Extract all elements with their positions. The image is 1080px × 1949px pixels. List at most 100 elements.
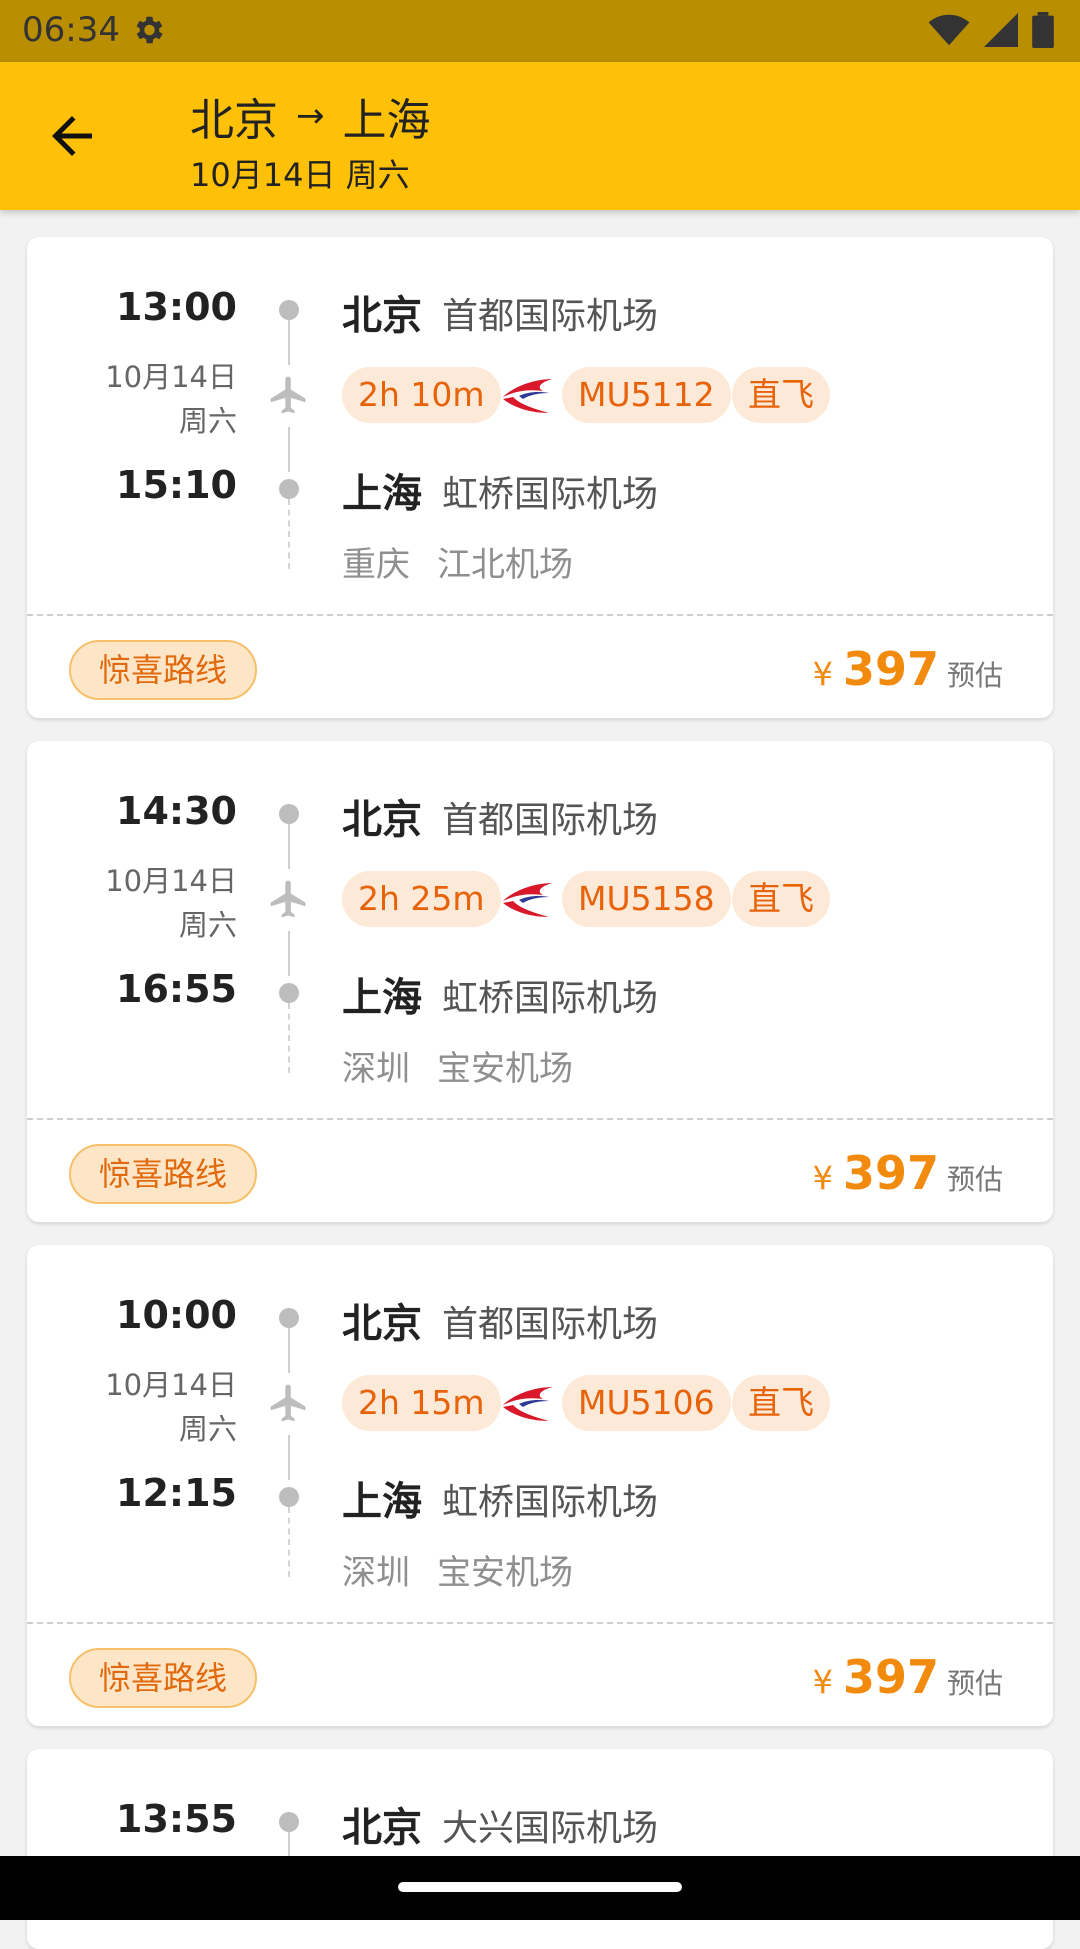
destination-city: 上海 [342,95,431,146]
flight-weekday: 周六 [178,1412,237,1446]
price: ¥ 397 预估 [813,1146,1003,1200]
departure-dot [279,1308,299,1328]
duration-chip: 2h 25m [342,871,501,927]
arrival-city: 上海 [342,1479,422,1525]
plane-icon [270,376,306,414]
surprise-route-tag: 惊喜路线 [69,1648,258,1708]
arrival-city: 上海 [342,471,422,517]
departure-time: 14:30 [116,789,237,833]
home-gesture-handle[interactable] [398,1882,682,1892]
timeline-line [288,320,290,365]
via-city: 深圳 [342,1553,410,1593]
surprise-route-tag: 惊喜路线 [69,1144,258,1204]
departure-city: 北京 [342,293,422,339]
timeline-line [288,1435,290,1480]
plane-icon [270,880,306,918]
departure-dot [279,300,299,320]
timeline-line [288,427,290,472]
departure-dot [279,804,299,824]
price-estimate-label: 预估 [946,1163,1003,1196]
arrival-dot [279,983,299,1003]
flight-card[interactable]: 14:30 10月14日 周六 16:55 北京 首都国际机场 2h 25m M… [27,741,1053,1222]
arrival-city: 上海 [342,975,422,1021]
flight-weekday: 周六 [178,908,237,942]
duration-chip: 2h 10m [342,367,501,423]
wifi-icon [928,14,970,46]
price: ¥ 397 预估 [813,1650,1003,1704]
flight-card[interactable]: 10:00 10月14日 周六 12:15 北京 首都国际机场 2h 15m M… [27,1245,1053,1726]
cell-signal-icon [984,13,1018,47]
price-estimate-label: 预估 [946,659,1003,692]
departure-city: 北京 [342,1301,422,1347]
flight-date: 10月14日 [105,1368,237,1402]
china-eastern-logo-icon [503,1387,553,1421]
route-arrow: → [296,96,325,136]
price-value: 397 [842,1650,939,1704]
departure-time: 10:00 [116,1293,237,1337]
arrival-airport: 虹桥国际机场 [442,474,659,515]
back-arrow-icon[interactable] [42,106,102,166]
settings-gear-icon [136,16,163,44]
direct-flight-chip: 直飞 [732,367,830,423]
arrival-time: 15:10 [116,463,237,507]
via-city: 深圳 [342,1049,410,1089]
timeline-dashed-line [288,499,290,569]
departure-airport: 首都国际机场 [442,800,659,841]
flight-date: 10月14日 [105,864,237,898]
timeline-line [288,931,290,976]
card-divider [27,1622,1053,1624]
arrival-dot [279,479,299,499]
price-value: 397 [842,1146,939,1200]
arrival-airport: 虹桥国际机场 [442,1482,659,1523]
flight-date: 10月14日 [105,360,237,394]
timeline-dashed-line [288,1003,290,1073]
departure-airport: 首都国际机场 [442,296,659,337]
departure-time: 13:00 [116,285,237,329]
departure-dot [279,1812,299,1832]
origin-city: 北京 [190,95,278,146]
direct-flight-chip: 直飞 [732,871,830,927]
flight-number-chip: MU5106 [562,1375,731,1431]
status-time: 06:34 [22,10,120,50]
arrival-time: 16:55 [116,967,237,1011]
price-value: 397 [842,642,939,696]
timeline-line [288,1328,290,1373]
currency-symbol: ¥ [812,655,833,693]
card-divider [27,1118,1053,1120]
duration-chip: 2h 15m [342,1375,501,1431]
arrival-time: 12:15 [116,1471,237,1515]
departure-time: 13:55 [116,1797,237,1841]
currency-symbol: ¥ [812,1159,833,1197]
travel-date: 10月14日 周六 [190,156,410,194]
departure-airport: 大兴国际机场 [442,1808,659,1849]
via-airport: 宝安机场 [437,1049,573,1089]
flight-weekday: 周六 [178,404,237,438]
flight-number-chip: MU5112 [562,367,731,423]
route-title: 北京 → 上海 [190,84,431,148]
via-city: 重庆 [342,545,410,585]
timeline-dashed-line [288,1507,290,1577]
status-bar: 06:34 [0,0,1080,62]
departure-city: 北京 [342,797,422,843]
departure-city: 北京 [342,1805,422,1851]
direct-flight-chip: 直飞 [732,1375,830,1431]
china-eastern-logo-icon [503,883,553,917]
plane-icon [270,1384,306,1422]
price: ¥ 397 预估 [813,642,1003,696]
timeline-line [288,824,290,869]
app-bar: 北京 → 上海 10月14日 周六 [0,62,1080,210]
battery-icon [1032,12,1054,48]
china-eastern-logo-icon [503,379,553,413]
flight-card[interactable]: 13:00 10月14日 周六 15:10 北京 首都国际机场 2h 10m M… [27,237,1053,718]
arrival-airport: 虹桥国际机场 [442,978,659,1019]
via-airport: 江北机场 [437,545,573,585]
departure-airport: 首都国际机场 [442,1304,659,1345]
system-navigation-bar [0,1856,1080,1920]
surprise-route-tag: 惊喜路线 [69,640,258,700]
card-divider [27,614,1053,616]
flight-number-chip: MU5158 [562,871,731,927]
arrival-dot [279,1487,299,1507]
currency-symbol: ¥ [812,1663,833,1701]
via-airport: 宝安机场 [437,1553,573,1593]
price-estimate-label: 预估 [946,1667,1003,1700]
